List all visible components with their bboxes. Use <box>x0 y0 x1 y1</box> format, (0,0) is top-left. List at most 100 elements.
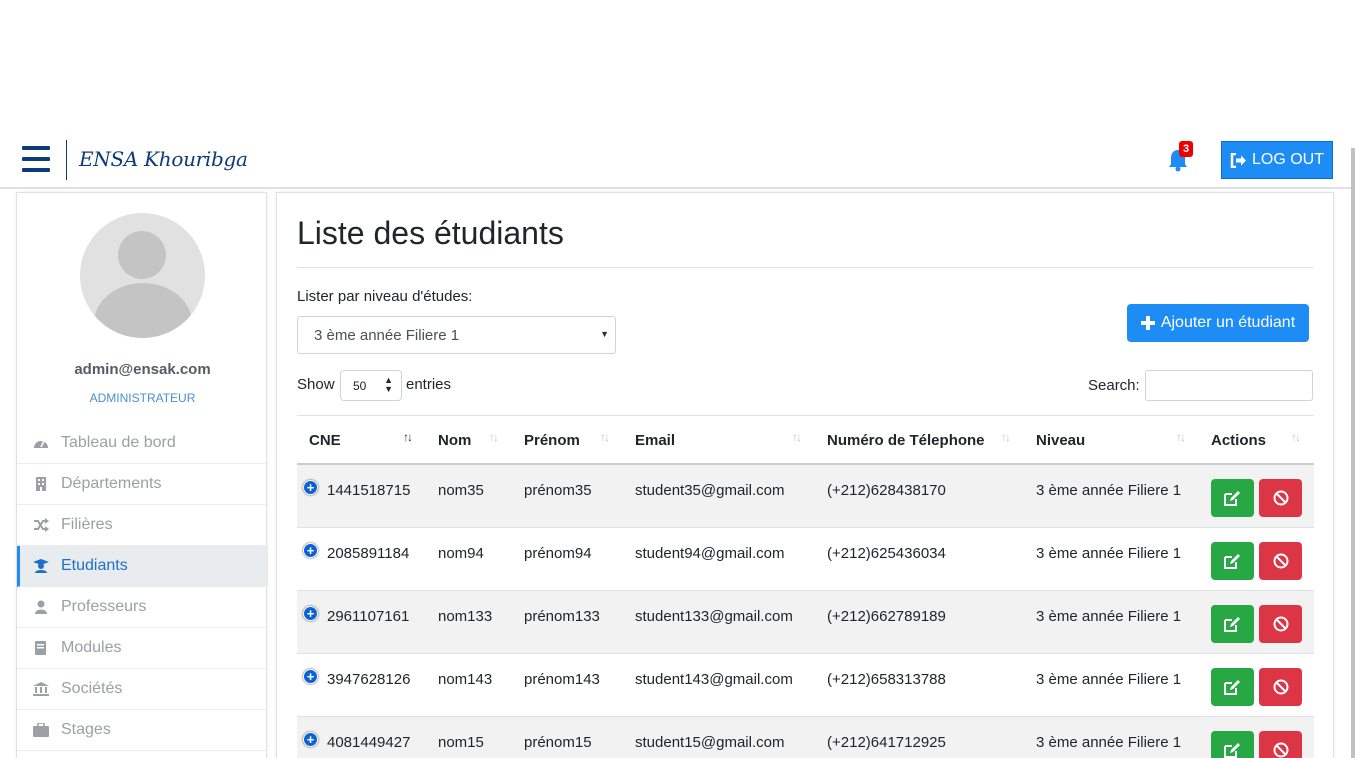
cell-nom: nom94 <box>438 545 484 562</box>
brand-title[interactable]: ENSA Khouribga <box>79 147 248 171</box>
sort-icon[interactable]: ↑↓ <box>792 430 802 444</box>
user-role: ADMINISTRATEUR <box>89 391 196 405</box>
student-icon <box>33 559 49 573</box>
edit-icon <box>1224 679 1240 695</box>
level-filter-label: Lister par niveau d'études: <box>297 288 473 305</box>
delete-button[interactable] <box>1259 479 1302 517</box>
cell-cne: 3947628126 <box>327 671 411 688</box>
sidebar: admin@ensak.com ADMINISTRATEUR Tableau d… <box>16 192 268 758</box>
column-header-prenom[interactable]: Prénom <box>524 432 580 449</box>
logout-button[interactable]: LOG OUT <box>1221 141 1333 179</box>
sidebar-item-label: Professeurs <box>61 598 147 615</box>
cell-niveau: 3 ème année Filiere 1 <box>1036 482 1182 499</box>
sidebar-item-etudiants[interactable]: Etudiants <box>17 546 268 587</box>
sidebar-item-stages[interactable]: Stages <box>17 710 268 751</box>
edit-icon <box>1224 742 1240 758</box>
user-icon <box>35 600 47 614</box>
sidebar-item-label: Etudiants <box>61 557 128 574</box>
delete-button[interactable] <box>1259 668 1302 706</box>
expand-row-icon[interactable]: + <box>303 606 318 621</box>
edit-button[interactable] <box>1211 542 1254 580</box>
page-scrollbar[interactable] <box>1351 148 1355 758</box>
sort-icon[interactable]: ↑↓ <box>489 430 499 444</box>
column-header-nom[interactable]: Nom <box>438 432 471 449</box>
cell-nom: nom133 <box>438 608 493 625</box>
sidebar-item-filieres[interactable]: Filières <box>17 505 268 546</box>
edit-icon <box>1224 490 1240 506</box>
cell-niveau: 3 ème année Filiere 1 <box>1036 734 1182 751</box>
edit-button[interactable] <box>1211 668 1254 706</box>
page-title: Liste des étudiants <box>297 215 564 251</box>
column-header-niveau[interactable]: Niveau <box>1036 432 1085 449</box>
edit-icon <box>1224 616 1240 632</box>
title-divider <box>297 267 1314 268</box>
book-icon <box>35 641 46 655</box>
avatar <box>80 213 205 338</box>
cell-cne: 2085891184 <box>327 545 410 562</box>
table-row: + 1441518715 nom35 prénom35 student35@gm… <box>297 465 1314 528</box>
sidebar-menu: Tableau de bord Départements Filières Et… <box>17 423 268 751</box>
cell-prenom: prénom15 <box>524 734 592 751</box>
sort-icon[interactable]: ↑↓ <box>1176 430 1186 444</box>
show-label: Show <box>297 376 335 393</box>
ban-icon <box>1273 742 1288 758</box>
caret-down-icon: ▼ <box>600 329 609 339</box>
cell-nom: nom143 <box>438 671 493 688</box>
expand-row-icon[interactable]: + <box>303 669 318 684</box>
sidebar-item-modules[interactable]: Modules <box>17 628 268 669</box>
students-table: CNE ↑↓ Nom ↑↓ Prénom ↑↓ Email ↑↓ Numéro … <box>297 415 1314 758</box>
expand-row-icon[interactable]: + <box>303 732 318 747</box>
sidebar-item-tableau-de-bord[interactable]: Tableau de bord <box>17 423 268 464</box>
bank-icon <box>33 682 49 696</box>
entries-select[interactable]: 50 ▲ ▼ <box>340 370 402 401</box>
expand-row-icon[interactable]: + <box>303 480 318 495</box>
add-student-button[interactable]: Ajouter un étudiant <box>1127 304 1309 342</box>
cell-cne: 2961107161 <box>327 608 410 625</box>
column-header-actions[interactable]: Actions <box>1211 432 1266 449</box>
level-filter-value: 3 ème année Filiere 1 <box>314 327 460 344</box>
main-content: Liste des étudiants Lister par niveau d'… <box>276 192 1334 758</box>
ban-icon <box>1273 616 1288 632</box>
table-row: + 3947628126 nom143 prénom143 student143… <box>297 654 1314 717</box>
sidebar-item-societes[interactable]: Sociétés <box>17 669 268 710</box>
sort-icon[interactable]: ↑↓ <box>600 430 610 444</box>
edit-button[interactable] <box>1211 731 1254 758</box>
cell-nom: nom35 <box>438 482 484 499</box>
menu-toggle-icon[interactable] <box>22 146 50 172</box>
cell-phone: (+212)628438170 <box>827 482 946 499</box>
plus-icon <box>1140 316 1155 330</box>
expand-row-icon[interactable]: + <box>303 543 318 558</box>
delete-button[interactable] <box>1259 542 1302 580</box>
delete-button[interactable] <box>1259 605 1302 643</box>
search-input[interactable] <box>1145 370 1313 401</box>
cell-email: student143@gmail.com <box>635 671 793 688</box>
sidebar-item-label: Sociétés <box>61 680 123 697</box>
sidebar-item-label: Départements <box>61 475 162 492</box>
cell-email: student35@gmail.com <box>635 482 785 499</box>
dashboard-icon <box>34 440 48 448</box>
cell-niveau: 3 ème année Filiere 1 <box>1036 671 1182 688</box>
column-header-email[interactable]: Email <box>635 432 675 449</box>
edit-button[interactable] <box>1211 479 1254 517</box>
delete-button[interactable] <box>1259 731 1302 758</box>
shuffle-icon <box>34 518 49 532</box>
sort-icon[interactable]: ↑↓ <box>1001 430 1011 444</box>
cell-niveau: 3 ème année Filiere 1 <box>1036 545 1182 562</box>
add-student-label: Ajouter un étudiant <box>1160 314 1296 331</box>
sort-icon[interactable]: ↑↓ <box>403 430 413 444</box>
cell-email: student94@gmail.com <box>635 545 785 562</box>
cell-prenom: prénom94 <box>524 545 592 562</box>
sidebar-item-departements[interactable]: Départements <box>17 464 268 505</box>
sidebar-item-professeurs[interactable]: Professeurs <box>17 587 268 628</box>
sidebar-item-label: Filières <box>61 516 113 533</box>
cell-prenom: prénom143 <box>524 671 600 688</box>
entries-label: entries <box>406 376 452 393</box>
edit-button[interactable] <box>1211 605 1254 643</box>
notification-badge: 3 <box>1179 141 1194 157</box>
cell-cne: 4081449427 <box>327 734 411 751</box>
sort-icon[interactable]: ↑↓ <box>1291 430 1301 444</box>
column-header-cne[interactable]: CNE <box>309 432 341 449</box>
level-filter-select[interactable]: 3 ème année Filiere 1 ▼ <box>297 316 616 354</box>
column-header-phone[interactable]: Numéro de Télephone <box>827 432 985 449</box>
sign-out-icon <box>1230 152 1246 168</box>
